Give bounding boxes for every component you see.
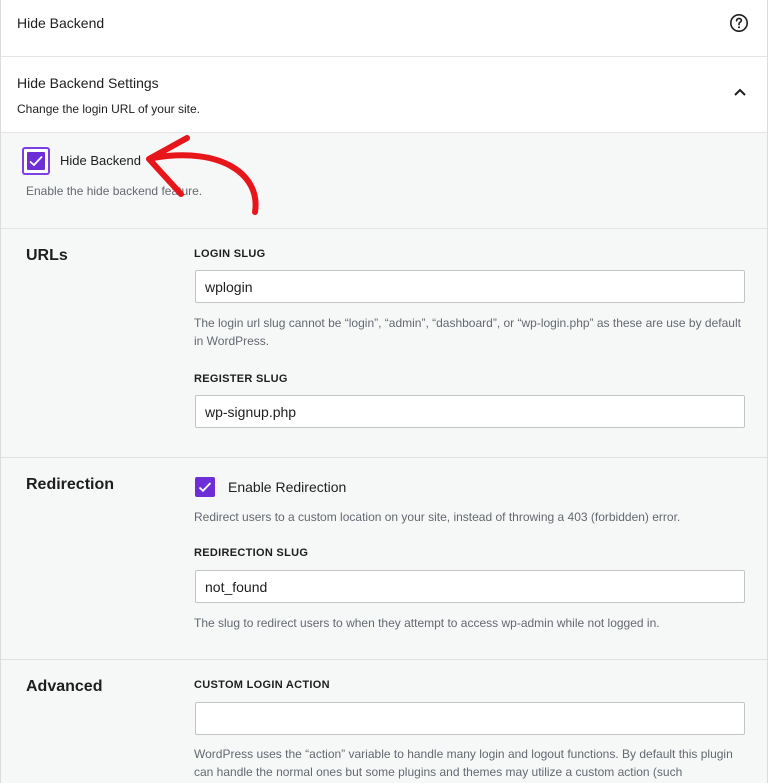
hide-backend-description: Enable the hide backend feature.: [26, 184, 203, 198]
help-icon[interactable]: [729, 13, 749, 33]
chevron-up-icon[interactable]: [733, 87, 747, 97]
module-header[interactable]: Hide Backend: [1, 0, 767, 57]
enable-redirection-label[interactable]: Enable Redirection: [228, 479, 346, 495]
checkmark-icon: [27, 152, 45, 170]
hide-backend-toggle-area: Hide Backend Enable the hide backend fea…: [1, 133, 767, 229]
hide-backend-checkbox[interactable]: [22, 147, 50, 175]
login-slug-help: The login url slug cannot be “login”, “a…: [194, 316, 741, 348]
redirection-title: Redirection: [26, 476, 115, 493]
redirection-slug-input[interactable]: [195, 570, 745, 603]
module-title: Hide Backend: [17, 15, 105, 31]
register-slug-input[interactable]: [195, 395, 745, 428]
urls-title: URLs: [26, 247, 68, 264]
redirection-section: Redirection Enable Redirection Redirect …: [1, 458, 767, 660]
custom-login-action-help: WordPress uses the “action” variable to …: [194, 747, 733, 779]
settings-title: Hide Backend Settings: [17, 75, 159, 91]
settings-description: Change the login URL of your site.: [17, 102, 200, 116]
redirection-slug-label: REDIRECTION SLUG: [194, 547, 309, 559]
login-slug-input[interactable]: [195, 270, 745, 303]
enable-redirection-help: Redirect users to a custom location on y…: [194, 510, 681, 524]
custom-login-action-label: CUSTOM LOGIN ACTION: [194, 679, 330, 691]
custom-login-action-input[interactable]: [195, 702, 745, 735]
enable-redirection-checkbox[interactable]: [195, 477, 215, 497]
urls-section: URLs LOGIN SLUG The login url slug canno…: [1, 229, 767, 458]
advanced-section: Advanced CUSTOM LOGIN ACTION WordPress u…: [1, 660, 767, 783]
checkmark-icon: [198, 482, 212, 493]
hide-backend-label[interactable]: Hide Backend: [60, 153, 141, 168]
register-slug-label: REGISTER SLUG: [194, 373, 288, 385]
settings-accordion-header[interactable]: Hide Backend Settings Change the login U…: [1, 57, 767, 133]
redirection-slug-help: The slug to redirect users to when they …: [194, 616, 660, 630]
login-slug-label: LOGIN SLUG: [194, 248, 266, 260]
advanced-title: Advanced: [26, 678, 103, 695]
settings-panel: Hide Backend Hide Backend Settings Chang…: [0, 0, 768, 783]
